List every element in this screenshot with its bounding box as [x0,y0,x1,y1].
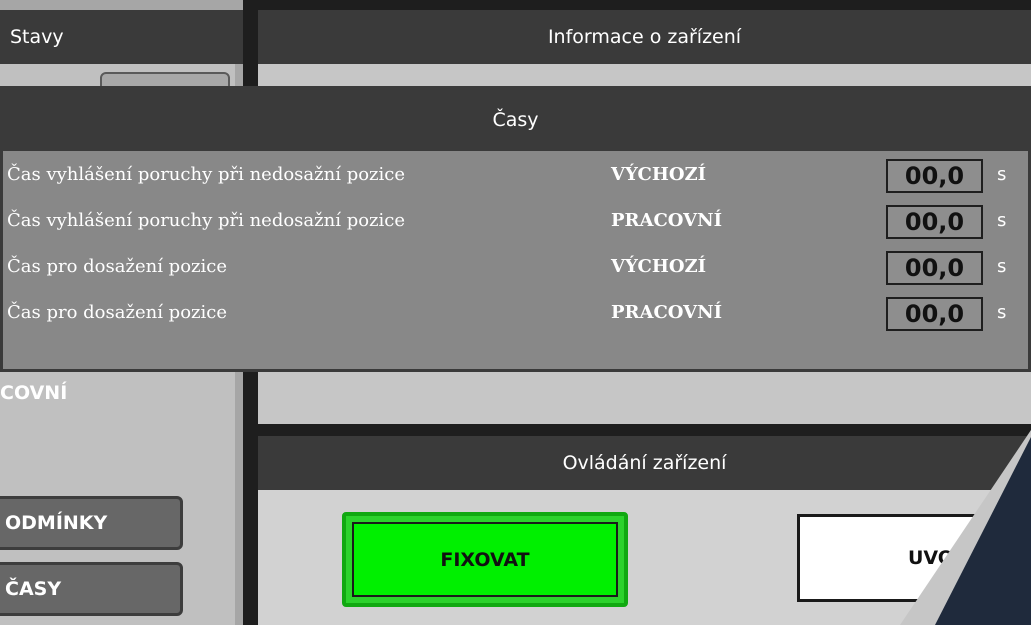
time-value-input[interactable]: 00,0 [886,159,983,193]
time-row-unit: s [997,210,1007,231]
times-dialog-header: Časy [3,89,1028,151]
time-row-unit: s [997,164,1007,185]
time-value-input[interactable]: 00,0 [886,297,983,331]
time-row: Čas vyhlášení poruchy při nedosažní pozi… [3,198,1028,244]
time-row-label: Čas pro dosažení pozice [7,256,228,277]
times-dialog: Časy Čas vyhlášení poruchy při nedosažní… [0,86,1031,372]
time-row-position: VÝCHOZÍ [611,164,707,185]
time-value-input[interactable]: 00,0 [886,251,983,285]
time-row: Čas pro dosažení pozice PRACOVNÍ 00,0 s [3,290,1028,336]
time-row-unit: s [997,256,1007,277]
time-row-position: PRACOVNÍ [611,302,722,323]
time-row-label: Čas pro dosažení pozice [7,302,228,323]
time-row-position: PRACOVNÍ [611,210,722,231]
time-row-label: Čas vyhlášení poruchy při nedosažní pozi… [7,210,406,231]
time-row-unit: s [997,302,1007,323]
time-value-input[interactable]: 00,0 [886,205,983,239]
time-row: Čas vyhlášení poruchy při nedosažní pozi… [3,152,1028,198]
time-row: Čas pro dosažení pozice VÝCHOZÍ 00,0 s [3,244,1028,290]
time-row-label: Čas vyhlášení poruchy při nedosažní pozi… [7,164,406,185]
time-row-position: VÝCHOZÍ [611,256,707,277]
